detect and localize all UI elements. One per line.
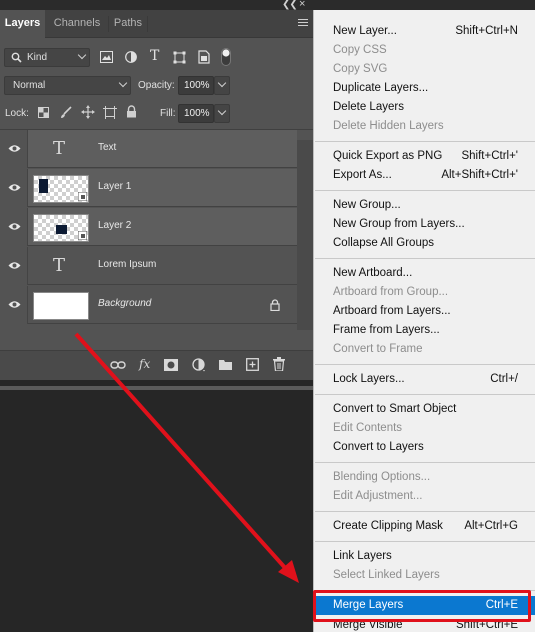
photoshop-window: ❮❮ × Layers Channels Paths Kind T Normal… [0, 0, 535, 632]
annotation-arrow [74, 332, 299, 583]
